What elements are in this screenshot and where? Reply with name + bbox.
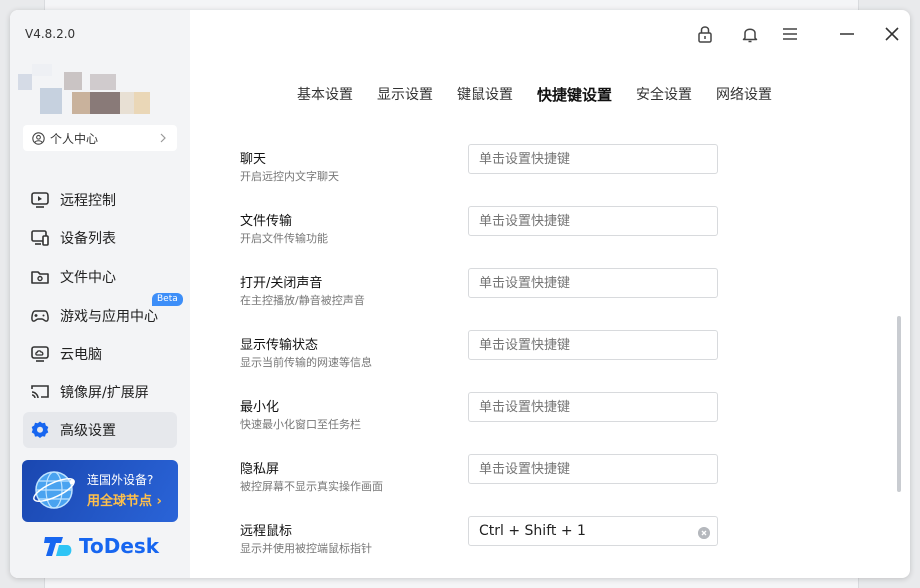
- shortcut-row-transfer-status: 显示传输状态 显示当前传输的网速等信息: [240, 330, 720, 374]
- sidebar-item-screen-mirror[interactable]: 镜像屏/扩展屏: [23, 374, 177, 410]
- sidebar-item-label: 文件中心: [60, 270, 116, 286]
- cloud-pc-icon: [31, 346, 49, 362]
- sidebar-item-label: 高级设置: [60, 423, 116, 439]
- sidebar-item-device-list[interactable]: 设备列表: [23, 220, 177, 256]
- file-center-icon: [31, 271, 49, 284]
- remote-control-icon: [31, 192, 49, 208]
- sidebar: V4.8.2.0 个人中心 远程控制 设备列表 文件中心 游戏与应用中心 Bet…: [10, 10, 190, 578]
- shortcut-input-file-transfer[interactable]: [468, 206, 718, 236]
- gear-icon: [31, 421, 49, 438]
- shortcut-row-privacy-screen: 隐私屏 被控屏幕不显示真实操作画面: [240, 454, 720, 498]
- shortcut-title: 显示传输状态: [240, 338, 319, 353]
- shortcut-input-minimize[interactable]: [468, 392, 718, 422]
- shortcut-input-sound-toggle[interactable]: [468, 268, 718, 298]
- shortcut-row-sound-toggle: 打开/关闭声音 在主控播放/静音被控声音: [240, 268, 720, 312]
- version-label: V4.8.2.0: [25, 27, 76, 41]
- shortcut-input-transfer-status[interactable]: [468, 330, 718, 360]
- shortcut-row-remote-mouse: 远程鼠标 显示并使用被控端鼠标指针: [240, 516, 720, 560]
- user-icon: [32, 131, 45, 145]
- chevron-right-icon: [160, 133, 166, 143]
- todesk-logo: ToDesk: [43, 534, 159, 558]
- sidebar-item-remote-control[interactable]: 远程控制: [23, 182, 177, 218]
- tab-network[interactable]: 网络设置: [716, 84, 772, 105]
- profile-center-button[interactable]: 个人中心: [23, 125, 177, 151]
- app-window: V4.8.2.0 个人中心 远程控制 设备列表 文件中心 游戏与应用中心 Bet…: [10, 10, 910, 578]
- sidebar-item-label: 云电脑: [60, 347, 102, 363]
- clear-icon[interactable]: [698, 527, 710, 539]
- sidebar-item-label: 镜像屏/扩展屏: [60, 385, 149, 401]
- shortcut-title: 打开/关闭声音: [240, 276, 323, 291]
- shortcut-desc: 被控屏幕不显示真实操作画面: [240, 480, 383, 493]
- tab-security[interactable]: 安全设置: [636, 84, 692, 105]
- sidebar-item-label: 远程控制: [60, 193, 116, 209]
- global-node-promo-banner[interactable]: 连国外设备? 用全球节点 ›: [22, 460, 178, 522]
- tab-shortcuts[interactable]: 快捷键设置: [537, 84, 612, 105]
- shortcut-desc: 显示并使用被控端鼠标指针: [240, 542, 372, 555]
- shortcut-title: 隐私屏: [240, 462, 280, 477]
- close-icon[interactable]: [882, 24, 902, 44]
- beta-badge: Beta: [152, 293, 183, 306]
- tab-keyboard-mouse[interactable]: 键鼠设置: [457, 84, 513, 105]
- minimize-icon[interactable]: [837, 24, 857, 44]
- shortcut-title: 远程鼠标: [240, 524, 293, 539]
- shortcut-desc: 开启远控内文字聊天: [240, 170, 339, 183]
- sidebar-item-file-center[interactable]: 文件中心: [23, 259, 177, 295]
- shortcut-row-file-transfer: 文件传输 开启文件传输功能: [240, 206, 720, 250]
- globe-icon: [33, 471, 75, 509]
- shortcut-input-privacy-screen[interactable]: [468, 454, 718, 484]
- menu-icon[interactable]: [780, 24, 800, 44]
- sidebar-item-label: 设备列表: [60, 231, 116, 247]
- brand-name: ToDesk: [79, 534, 160, 558]
- tab-basic[interactable]: 基本设置: [297, 84, 353, 105]
- screen-mirror-icon: [31, 385, 49, 399]
- lock-icon[interactable]: [695, 24, 715, 44]
- main-panel: 基本设置 显示设置 键鼠设置 快捷键设置 安全设置 网络设置 聊天 开启远控内文…: [190, 10, 910, 578]
- shortcut-input-chat[interactable]: [468, 144, 718, 174]
- shortcut-desc: 快速最小化窗口至任务栏: [240, 418, 361, 431]
- shortcut-title: 最小化: [240, 400, 280, 415]
- shortcut-row-chat: 聊天 开启远控内文字聊天: [240, 144, 720, 188]
- promo-line2: 用全球节点 ›: [87, 494, 162, 509]
- avatar[interactable]: [18, 64, 150, 114]
- settings-tabs: 基本设置 显示设置 键鼠设置 快捷键设置 安全设置 网络设置: [297, 84, 772, 105]
- sidebar-item-label: 游戏与应用中心: [60, 309, 158, 325]
- shortcut-desc: 显示当前传输的网速等信息: [240, 356, 372, 369]
- shortcut-row-minimize: 最小化 快速最小化窗口至任务栏: [240, 392, 720, 436]
- tab-display[interactable]: 显示设置: [377, 84, 433, 105]
- bell-icon[interactable]: [740, 24, 760, 44]
- profile-center-label: 个人中心: [50, 131, 99, 146]
- todesk-logo-icon: [44, 537, 72, 556]
- shortcut-desc: 在主控播放/静音被控声音: [240, 294, 365, 307]
- sidebar-item-cloud-pc[interactable]: 云电脑: [23, 336, 177, 372]
- gamepad-icon: [31, 310, 49, 322]
- shortcut-title: 文件传输: [240, 214, 293, 229]
- shortcut-input-remote-mouse[interactable]: [468, 516, 718, 546]
- sidebar-item-advanced-settings[interactable]: 高级设置: [23, 412, 177, 448]
- shortcut-desc: 开启文件传输功能: [240, 232, 328, 245]
- scrollbar[interactable]: [897, 316, 901, 492]
- shortcut-title: 聊天: [240, 152, 267, 167]
- promo-line1: 连国外设备?: [87, 473, 154, 487]
- device-list-icon: [31, 230, 49, 246]
